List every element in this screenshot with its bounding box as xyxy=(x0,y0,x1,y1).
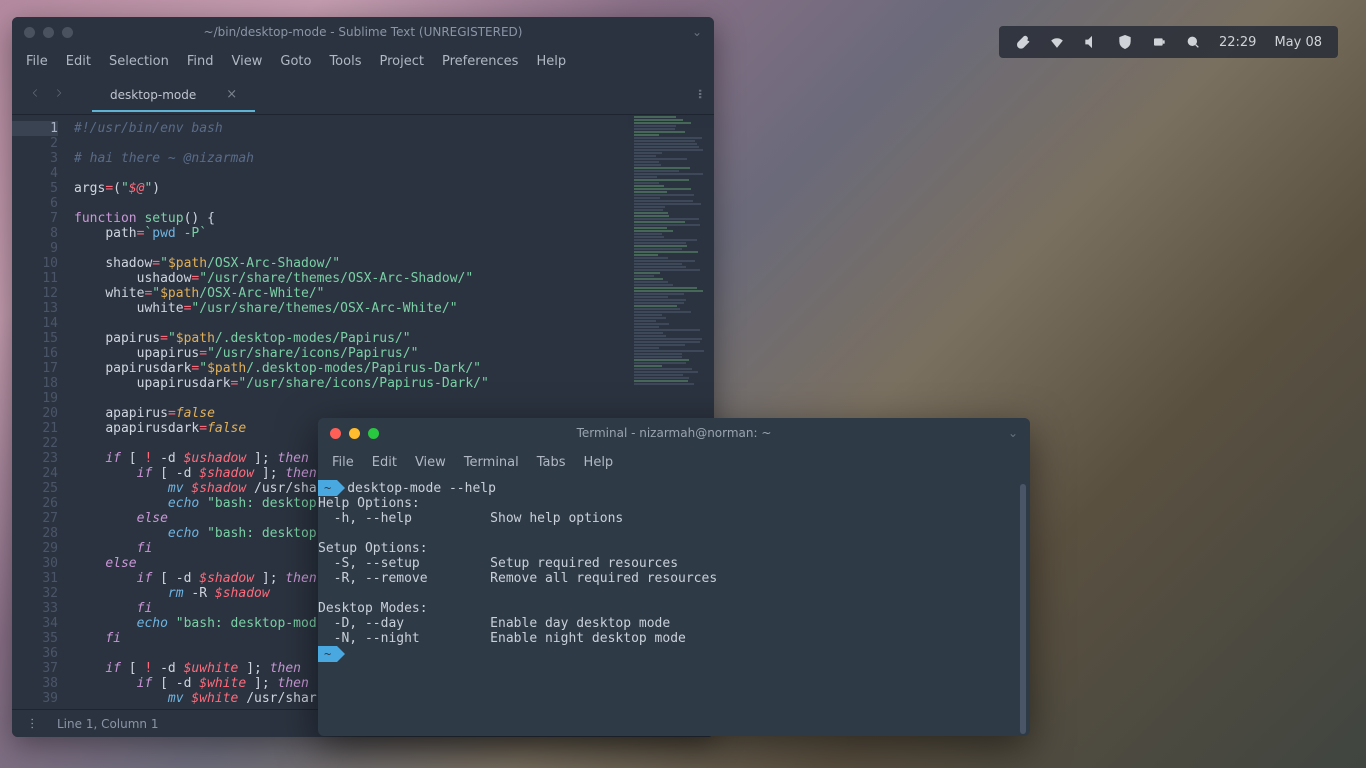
line-gutter: 1234567891011121314151617181920212223242… xyxy=(12,115,68,709)
tab-active[interactable]: desktop-mode × xyxy=(92,77,255,112)
nav-forward-icon[interactable] xyxy=(52,85,66,104)
menu-help[interactable]: Help xyxy=(584,455,614,470)
close-icon[interactable] xyxy=(24,27,35,38)
maximize-icon[interactable] xyxy=(368,428,379,439)
terminal-titlebar[interactable]: Terminal - nizarmah@norman: ~ ⌄ xyxy=(318,418,1030,448)
scrollbar[interactable] xyxy=(1020,484,1026,734)
maximize-icon[interactable] xyxy=(62,27,73,38)
sublime-menubar: File Edit Selection Find View Goto Tools Projec… xyxy=(12,47,714,75)
menu-selection[interactable]: Selection xyxy=(109,54,169,69)
menu-file[interactable]: File xyxy=(332,455,354,470)
battery-icon[interactable] xyxy=(1151,34,1167,50)
shell-prompt: ~ xyxy=(318,646,337,662)
window-title: Terminal - nizarmah@norman: ~ xyxy=(577,426,772,440)
terminal-menubar: File Edit View Terminal Tabs Help xyxy=(318,448,1030,476)
statusbar-menu-icon[interactable]: ⋯ xyxy=(26,717,40,730)
shield-icon[interactable] xyxy=(1117,34,1133,50)
search-icon[interactable] xyxy=(1185,34,1201,50)
menu-edit[interactable]: Edit xyxy=(66,54,91,69)
minimize-icon[interactable] xyxy=(349,428,360,439)
tab-label: desktop-mode xyxy=(110,88,196,102)
menu-tabs[interactable]: Tabs xyxy=(537,455,566,470)
menu-file[interactable]: File xyxy=(26,54,48,69)
cursor-position: Line 1, Column 1 xyxy=(57,717,159,731)
traffic-lights xyxy=(330,428,379,439)
tray-clock[interactable]: 22:29 xyxy=(1219,35,1256,50)
menu-help[interactable]: Help xyxy=(536,54,566,69)
menu-project[interactable]: Project xyxy=(379,54,423,69)
tab-row: desktop-mode × ⋯ xyxy=(12,75,714,115)
traffic-lights xyxy=(24,27,73,38)
chevron-down-icon[interactable]: ⌄ xyxy=(1008,426,1018,440)
minimize-icon[interactable] xyxy=(43,27,54,38)
nav-back-icon[interactable] xyxy=(28,85,42,104)
terminal-body[interactable]: ~ desktop-mode --help Help Options: -h, … xyxy=(318,476,1030,736)
volume-icon[interactable] xyxy=(1083,34,1099,50)
menu-terminal[interactable]: Terminal xyxy=(464,455,519,470)
tray-date[interactable]: May 08 xyxy=(1274,35,1322,50)
menu-tools[interactable]: Tools xyxy=(329,54,361,69)
chevron-down-icon[interactable]: ⌄ xyxy=(692,25,702,39)
system-tray: 22:29 May 08 xyxy=(999,26,1338,58)
sublime-titlebar[interactable]: ~/bin/desktop-mode - Sublime Text (UNREG… xyxy=(12,17,714,47)
close-icon[interactable] xyxy=(330,428,341,439)
paperclip-icon[interactable] xyxy=(1015,34,1031,50)
menu-view[interactable]: View xyxy=(415,455,446,470)
window-title: ~/bin/desktop-mode - Sublime Text (UNREG… xyxy=(204,25,523,39)
menu-find[interactable]: Find xyxy=(187,54,214,69)
menu-edit[interactable]: Edit xyxy=(372,455,397,470)
menu-view[interactable]: View xyxy=(232,54,263,69)
tab-overflow-icon[interactable]: ⋯ xyxy=(691,89,710,100)
terminal-window: Terminal - nizarmah@norman: ~ ⌄ File Edit… xyxy=(318,418,1030,736)
wifi-icon[interactable] xyxy=(1049,34,1065,50)
menu-goto[interactable]: Goto xyxy=(280,54,311,69)
shell-prompt: ~ xyxy=(318,480,337,496)
tab-close-icon[interactable]: × xyxy=(226,87,237,102)
shell-command: desktop-mode --help xyxy=(347,481,496,496)
menu-preferences[interactable]: Preferences xyxy=(442,54,518,69)
shell-output: Help Options: -h, --help Show help optio… xyxy=(318,496,1030,646)
